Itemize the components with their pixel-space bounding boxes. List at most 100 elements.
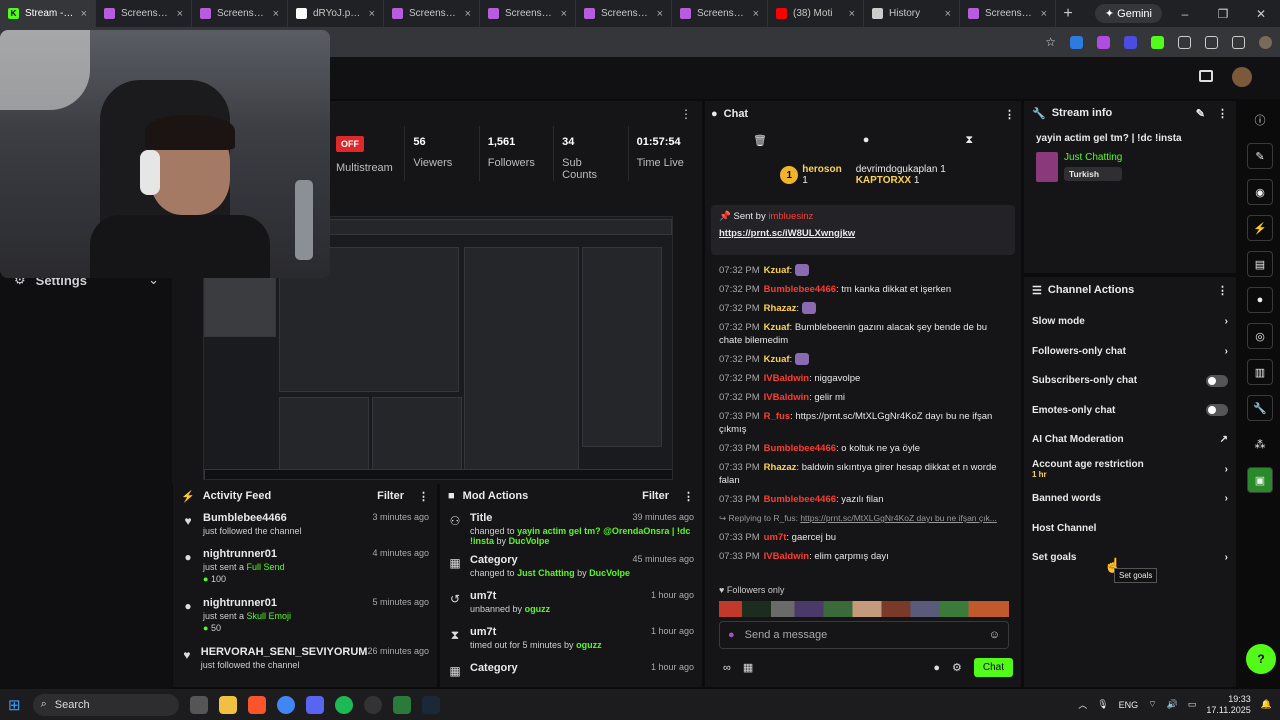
extension-icon[interactable]: [1070, 35, 1083, 49]
browser-tab[interactable]: Screenshot by×: [96, 0, 192, 27]
emote-bar[interactable]: [719, 601, 1009, 617]
hourglass-icon[interactable]: ⧗: [965, 134, 973, 147]
browser-tab[interactable]: KStream - Kick×: [0, 0, 96, 27]
brave-icon[interactable]: [247, 695, 266, 714]
toggle-switch[interactable]: [1206, 374, 1228, 387]
record-icon[interactable]: ◉: [1247, 179, 1273, 205]
channel-action-item[interactable]: Banned words ›: [1024, 484, 1236, 514]
more-options-icon[interactable]: ⋮: [1217, 107, 1228, 120]
extension-icon[interactable]: [1151, 35, 1164, 49]
browser-tab[interactable]: Screenshot by×: [672, 0, 768, 27]
task-view-icon[interactable]: [189, 695, 208, 714]
chat-bubble-icon[interactable]: ●: [933, 662, 940, 674]
bookmark-star-icon[interactable]: ☆: [1045, 35, 1056, 49]
edit-icon[interactable]: ✎: [1247, 143, 1273, 169]
wifi-icon[interactable]: ⌔: [1148, 699, 1156, 710]
spotify-icon[interactable]: [334, 695, 353, 714]
battery-icon[interactable]: ▭: [1188, 699, 1197, 710]
chat-message[interactable]: 07:32 PM IVBaldwin: niggavolpe: [705, 369, 1021, 388]
multistream-label[interactable]: Multistream: [336, 162, 396, 174]
activity-filter-button[interactable]: Filter: [377, 490, 404, 502]
more-options-icon[interactable]: ⋮: [1004, 108, 1015, 121]
app-icon[interactable]: [392, 695, 411, 714]
infinity-icon[interactable]: ∞: [723, 662, 731, 674]
bolt-icon[interactable]: ⚡: [1247, 215, 1273, 241]
close-icon[interactable]: ×: [369, 8, 375, 20]
close-icon[interactable]: ×: [753, 8, 759, 20]
extension-icon[interactable]: [1124, 35, 1137, 49]
chevron-up-icon[interactable]: ︿: [1078, 698, 1087, 711]
microphone-icon[interactable]: ●: [728, 629, 735, 641]
chat-message[interactable]: 07:33 PM Rhazaz: baldwin sıkıntıya girer …: [705, 458, 1021, 490]
chat-message[interactable]: 07:33 PM Bumblebee4466: o koltuk ne ya öy…: [705, 439, 1021, 458]
volume-icon[interactable]: 🔊: [1167, 699, 1178, 710]
chat-message[interactable]: 07:33 PM Bumblebee4466: yazılı filan: [705, 490, 1021, 509]
steam-icon[interactable]: [421, 695, 440, 714]
taskbar-search[interactable]: ⌕ Search: [32, 693, 179, 716]
channel-action-item[interactable]: Slow mode ›: [1024, 307, 1236, 337]
channel-action-item[interactable]: Host Channel: [1024, 514, 1236, 544]
chrome-icon[interactable]: [276, 695, 295, 714]
chat-message[interactable]: 07:32 PM IVBaldwin: gelir mi: [705, 388, 1021, 407]
puzzle-icon[interactable]: [1178, 35, 1191, 49]
mod-filter-button[interactable]: Filter: [642, 490, 669, 502]
send-chat-button[interactable]: Chat: [973, 658, 1013, 677]
channel-action-item[interactable]: Subscribers-only chat: [1024, 366, 1236, 396]
channel-action-item[interactable]: Followers-only chat ›: [1024, 337, 1236, 367]
layout-icon[interactable]: ▥: [1247, 359, 1273, 385]
category-link[interactable]: Just Chatting: [1064, 152, 1122, 163]
close-window-icon[interactable]: ✕: [1242, 7, 1280, 21]
browser-tab[interactable]: Screenshot by×: [576, 0, 672, 27]
broadcast-icon[interactable]: ◎: [1247, 323, 1273, 349]
profile-avatar[interactable]: [1259, 35, 1272, 49]
browser-tab[interactable]: Screenshot by×: [192, 0, 288, 27]
more-options-icon[interactable]: ⋮: [1217, 284, 1228, 297]
close-icon[interactable]: ×: [465, 8, 471, 20]
close-icon[interactable]: ×: [849, 8, 855, 20]
gear-icon[interactable]: ⚙: [952, 661, 962, 674]
file-explorer-icon[interactable]: [218, 695, 237, 714]
close-icon[interactable]: ×: [1041, 8, 1047, 20]
chat-message[interactable]: 07:32 PM Kzuaf:: [705, 350, 1021, 369]
chat-bubble-icon[interactable]: ●: [1247, 287, 1273, 313]
browser-tab[interactable]: Screenshot by×: [960, 0, 1056, 27]
discord-icon[interactable]: [305, 695, 324, 714]
toggle-switch[interactable]: [1206, 404, 1228, 417]
maximize-icon[interactable]: ❐: [1204, 7, 1242, 21]
chat-input[interactable]: ● Send a message ☺: [719, 621, 1009, 649]
close-icon[interactable]: ×: [657, 8, 663, 20]
browser-tab[interactable]: Screenshot by×: [480, 0, 576, 27]
close-icon[interactable]: ×: [273, 8, 279, 20]
menu-icon[interactable]: [1232, 35, 1245, 49]
microphone-icon[interactable]: 🎙: [1097, 699, 1108, 710]
close-icon[interactable]: ×: [945, 8, 951, 20]
wrench-icon[interactable]: 🔧: [1247, 395, 1273, 421]
document-icon[interactable]: ▤: [1247, 251, 1273, 277]
tag-badge[interactable]: Turkish: [1064, 167, 1123, 181]
gemini-button[interactable]: ✦ Gemini: [1094, 4, 1162, 23]
notification-icon[interactable]: 🔔: [1261, 699, 1272, 710]
chat-message[interactable]: 07:33 PM um7t: gaercej bu: [705, 528, 1021, 547]
pinned-link[interactable]: https://prnt.sc/iW8ULXwngjkw: [719, 228, 1007, 239]
close-icon[interactable]: ×: [561, 8, 567, 20]
channel-action-item[interactable]: Account age restriction 1 hr ›: [1024, 455, 1236, 485]
trash-icon[interactable]: 🗑: [753, 134, 767, 147]
channel-action-item[interactable]: AI Chat Moderation ↗: [1024, 425, 1236, 455]
browser-tab[interactable]: Screenshot by×: [384, 0, 480, 27]
minimize-icon[interactable]: –: [1166, 7, 1204, 21]
chat-message[interactable]: 07:32 PM Kzuaf: Bumblebeenin gazını alaca…: [705, 318, 1021, 350]
dots-icon[interactable]: ⁂: [1247, 431, 1273, 457]
info-icon[interactable]: ⓘ: [1247, 107, 1273, 133]
support-icon[interactable]: ?: [1246, 644, 1276, 674]
edit-icon[interactable]: ✎: [1196, 107, 1205, 120]
chat-message[interactable]: 07:32 PM Bumblebee4466: tm kanka dikkat e…: [705, 280, 1021, 299]
user-avatar[interactable]: [1232, 67, 1252, 87]
channel-action-item[interactable]: Emotes-only chat: [1024, 396, 1236, 426]
sidepanel-icon[interactable]: [1205, 35, 1218, 49]
store-icon[interactable]: ▦: [743, 661, 753, 674]
more-options-icon[interactable]: ⋮: [683, 490, 694, 503]
more-options-icon[interactable]: ⋮: [680, 107, 692, 121]
pinned-message[interactable]: 📌 Sent by imbluesinz https://prnt.sc/iW8…: [711, 205, 1015, 255]
close-icon[interactable]: ×: [81, 8, 87, 20]
add-panel-icon[interactable]: ▣: [1247, 467, 1273, 493]
